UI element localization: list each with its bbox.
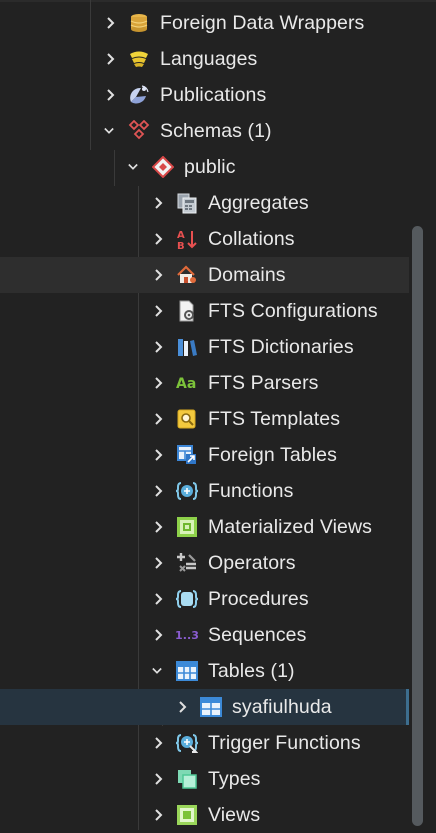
chevron-down-icon[interactable] [128, 162, 138, 172]
chevron-right-icon[interactable] [154, 521, 164, 533]
tree-item-label: FTS Configurations [208, 299, 378, 322]
tree-item-label: Publications [160, 83, 267, 106]
tree-item-tables[interactable]: Tables (1) [0, 653, 409, 689]
chevron-down-icon[interactable] [152, 666, 162, 676]
tree-item-label: FTS Templates [208, 407, 341, 430]
chevron-right-icon[interactable] [154, 629, 164, 641]
chevron-down-icon[interactable] [104, 126, 114, 136]
svg-text:Aa: Aa [176, 376, 196, 392]
tree-item-label: Foreign Tables [208, 443, 337, 466]
tree-item-domains[interactable]: Domains [0, 257, 409, 293]
svg-text:B: B [177, 241, 185, 250]
tree-item-fts-templates[interactable]: FTS Templates [0, 401, 409, 437]
foreign-data-wrapper-icon [128, 12, 150, 34]
operators-icon [176, 552, 198, 574]
tree-item-label: Functions [208, 479, 294, 502]
tree-item-fts-configurations[interactable]: FTS Configurations [0, 293, 409, 329]
tree-item-views[interactable]: Views [0, 797, 409, 833]
tree-item-label: Types [208, 767, 261, 790]
tree-item-label: Schemas (1) [160, 119, 272, 142]
tree-item-languages[interactable]: Languages [0, 41, 409, 77]
tree-item-materialized-views[interactable]: Materialized Views [0, 509, 409, 545]
tree-item-label: FTS Parsers [208, 371, 319, 394]
fts-parsers-icon: Aa [176, 372, 202, 394]
tree-item-label: syafiulhuda [232, 695, 332, 718]
tree-item-functions[interactable]: Functions [0, 473, 409, 509]
chevron-right-icon[interactable] [154, 269, 164, 281]
table-icon [200, 696, 222, 718]
tree-item-types[interactable]: Types [0, 761, 409, 797]
chevron-right-icon[interactable] [154, 341, 164, 353]
domains-icon [176, 264, 198, 286]
chevron-right-icon[interactable] [154, 809, 164, 821]
tree-item-aggregates[interactable]: Aggregates [0, 185, 409, 221]
tree-item-trigger-functions[interactable]: Trigger Functions [0, 725, 409, 761]
chevron-right-icon[interactable] [154, 485, 164, 497]
tree-item-label: public [184, 155, 236, 178]
tree-item-label: Languages [160, 47, 258, 70]
tree-item-collations[interactable]: A B Collations [0, 221, 409, 257]
schemas-icon [128, 120, 150, 142]
trigger-functions-icon [176, 732, 198, 754]
chevron-right-icon[interactable] [154, 449, 164, 461]
materialized-views-icon [176, 516, 198, 538]
fts-configurations-icon [176, 300, 198, 322]
tree-item-publications[interactable]: Publications [0, 77, 409, 113]
chevron-right-icon[interactable] [154, 377, 164, 389]
tree-item-label: Operators [208, 551, 296, 574]
tree-item-fts-dictionaries[interactable]: FTS Dictionaries [0, 329, 409, 365]
chevron-right-icon[interactable] [154, 737, 164, 749]
foreign-tables-icon [176, 444, 198, 466]
svg-text:A: A [177, 230, 185, 241]
tree-item-sequences[interactable]: 1..3 Sequences [0, 617, 409, 653]
functions-icon [176, 480, 198, 502]
schema-public-icon [152, 156, 174, 178]
aggregates-icon [176, 192, 198, 214]
tables-icon [176, 660, 198, 682]
chevron-right-icon[interactable] [154, 593, 164, 605]
chevron-right-icon[interactable] [154, 557, 164, 569]
tree-item-table-syafiulhuda[interactable]: syafiulhuda [0, 689, 409, 725]
vertical-scrollbar-thumb[interactable] [412, 226, 423, 826]
languages-icon [128, 48, 150, 70]
tree-item-fts-parsers[interactable]: Aa FTS Parsers [0, 365, 409, 401]
tree-item-label: Trigger Functions [208, 731, 361, 754]
procedures-icon [176, 588, 198, 610]
tree-item-label: Aggregates [208, 191, 309, 214]
collations-icon: A B [176, 228, 198, 250]
tree-item-operators[interactable]: Operators [0, 545, 409, 581]
chevron-right-icon[interactable] [178, 701, 188, 713]
chevron-right-icon[interactable] [154, 413, 164, 425]
tree-item-label: Procedures [208, 587, 309, 610]
chevron-right-icon[interactable] [106, 53, 116, 65]
chevron-right-icon[interactable] [154, 305, 164, 317]
sequences-icon: 1..3 [175, 624, 203, 646]
tree-item-label: Domains [208, 263, 286, 286]
tree-item-schemas[interactable]: Schemas (1) [0, 113, 409, 149]
panel-top-border [0, 0, 436, 2]
tree-item-label: Materialized Views [208, 515, 373, 538]
chevron-right-icon[interactable] [106, 89, 116, 101]
svg-text:1..3: 1..3 [175, 629, 199, 642]
tree-item-label: Collations [208, 227, 295, 250]
chevron-right-icon[interactable] [154, 233, 164, 245]
tree-item-procedures[interactable]: Procedures [0, 581, 409, 617]
tree-item-label: Tables (1) [208, 659, 295, 682]
chevron-right-icon[interactable] [154, 773, 164, 785]
fts-templates-icon [176, 408, 198, 430]
tree-item-label: Views [208, 803, 261, 826]
fts-dictionaries-icon [176, 336, 198, 358]
publications-icon [128, 84, 150, 106]
tree-item-public[interactable]: public [0, 149, 409, 185]
object-explorer-tree: Foreign Data Wrappers Languages Publicat… [0, 0, 436, 830]
chevron-right-icon[interactable] [106, 17, 116, 29]
types-icon [176, 768, 198, 790]
tree-item-label: Foreign Data Wrappers [160, 11, 365, 34]
tree-item-foreign-data-wrappers[interactable]: Foreign Data Wrappers [0, 5, 409, 41]
views-icon [176, 804, 198, 826]
tree-item-foreign-tables[interactable]: Foreign Tables [0, 437, 409, 473]
tree-item-label: Sequences [208, 623, 307, 646]
chevron-right-icon[interactable] [154, 197, 164, 209]
tree-item-label: FTS Dictionaries [208, 335, 354, 358]
